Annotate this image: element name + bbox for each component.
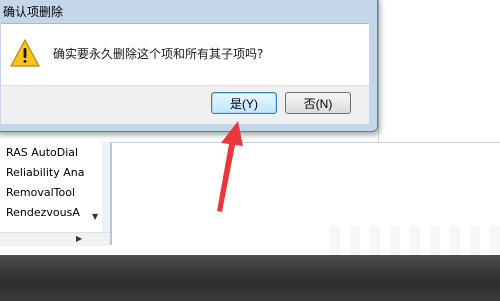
watermark xyxy=(330,226,500,256)
tree-item[interactable]: RemovalTool xyxy=(6,186,98,199)
dialog-title: 确认项删除 xyxy=(3,5,64,19)
warning-icon xyxy=(10,39,40,67)
dialog-message: 确实要永久删除这个项和所有其子项吗? xyxy=(53,47,264,61)
scroll-down-arrow-icon[interactable]: ▼ xyxy=(92,212,98,221)
scroll-right-arrow-icon[interactable]: ▶ xyxy=(76,234,82,243)
registry-tree[interactable]: RAS AutoDial Reliability Ana RemovalTool… xyxy=(0,142,112,245)
confirm-delete-dialog: 确认项删除 确实要永久删除这个项和所有其子项吗? 是(Y) 否(N) xyxy=(0,0,378,132)
tree-item[interactable]: RAS AutoDial xyxy=(6,146,98,159)
tree-horizontal-scrollbar[interactable]: ▶ xyxy=(0,232,110,246)
tree-item[interactable]: RendezvousA xyxy=(6,206,98,219)
tree-vertical-scrollbar[interactable] xyxy=(102,142,110,245)
yes-button[interactable]: 是(Y) xyxy=(211,92,277,114)
dark-band xyxy=(0,255,500,301)
tree-item[interactable]: Reliability Ana xyxy=(6,166,98,179)
no-button[interactable]: 否(N) xyxy=(285,92,351,114)
